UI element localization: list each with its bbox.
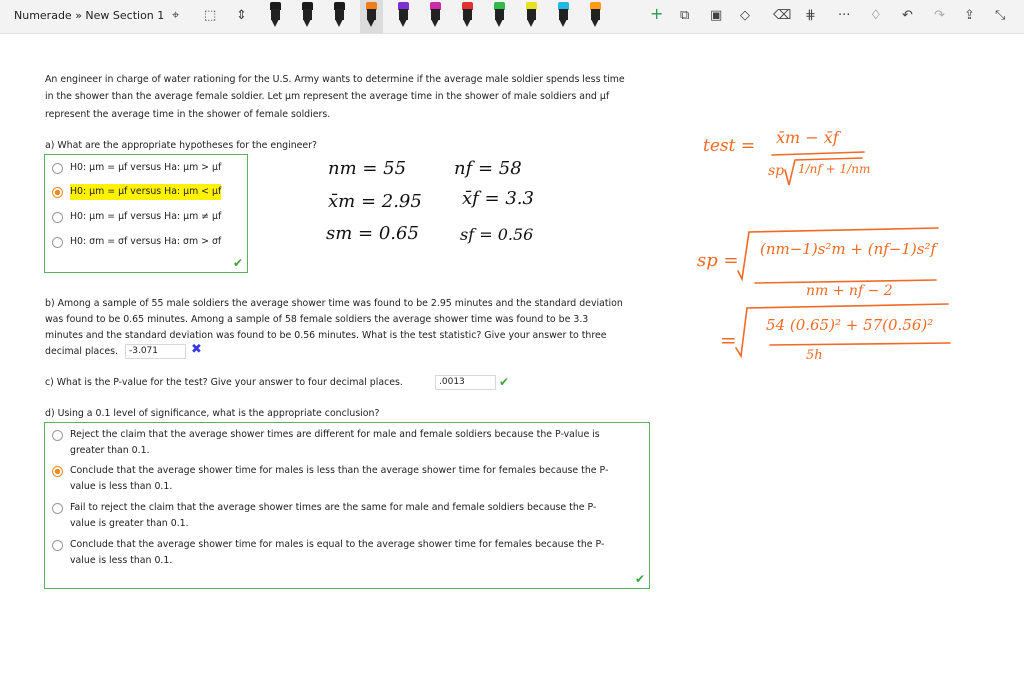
ink-sp-lhs: sp = [697, 250, 739, 271]
ink-test-numerator: x̄m − x̄f [776, 128, 839, 147]
ink-sp-denominator: nm + nf − 2 [806, 283, 893, 299]
ink-sp-numerator: (nm−1)s²m + (nf−1)s²f [760, 240, 937, 258]
ink-test-root: 1/nf + 1/nm [798, 162, 871, 176]
ink-eq-numerator: 54 (0.65)² + 57(0.56)² [766, 316, 934, 334]
ink-eq-lhs: = [720, 328, 737, 352]
ink-eq-denominator: 5h [806, 348, 823, 363]
ink-test-sp: sp [768, 163, 785, 179]
ink-test-lhs: test = [703, 136, 756, 156]
orange-ink-strokes [735, 151, 951, 359]
